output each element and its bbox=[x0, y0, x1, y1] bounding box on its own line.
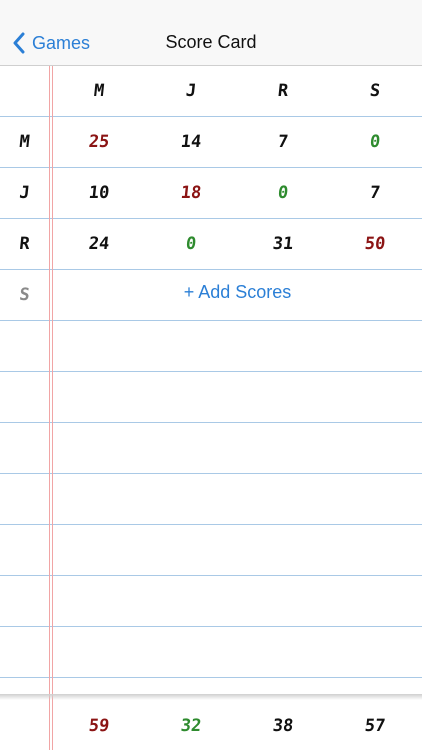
score-cell[interactable]: 0 bbox=[236, 183, 330, 203]
ruled-line bbox=[0, 626, 422, 627]
column-header-player: R bbox=[276, 81, 290, 101]
column-header-player: S bbox=[368, 81, 382, 101]
score-cell[interactable]: 0 bbox=[144, 234, 238, 254]
score-cell[interactable]: 25 bbox=[52, 132, 146, 152]
ruled-line bbox=[0, 677, 422, 678]
margin-line bbox=[52, 66, 53, 750]
page-title: Score Card bbox=[165, 32, 257, 52]
ruled-line bbox=[0, 473, 422, 474]
score-cell[interactable]: 18 bbox=[144, 183, 238, 203]
score-cell[interactable]: 31 bbox=[236, 234, 330, 254]
score-cell[interactable]: 7 bbox=[328, 183, 422, 203]
score-cell[interactable]: 50 bbox=[328, 234, 422, 254]
score-cell[interactable]: 14 bbox=[144, 132, 238, 152]
ruled-line bbox=[0, 422, 422, 423]
nav-bar: Games Score Card bbox=[0, 0, 422, 66]
score-cell[interactable]: 7 bbox=[236, 132, 330, 152]
ruled-line bbox=[0, 524, 422, 525]
margin-line bbox=[49, 66, 50, 750]
score-cell[interactable]: 24 bbox=[52, 234, 146, 254]
ruled-line bbox=[0, 575, 422, 576]
row-header-player: R bbox=[18, 234, 31, 254]
column-header-player: J bbox=[184, 81, 198, 101]
score-cell[interactable]: 0 bbox=[328, 132, 422, 152]
footer-divider bbox=[0, 694, 422, 700]
row-header-player: J bbox=[18, 183, 31, 203]
score-sheet: M J R S M 25 14 7 0 J 10 18 0 7 R 24 0 3… bbox=[0, 66, 422, 750]
add-scores-button[interactable]: + Add Scores bbox=[53, 282, 422, 308]
ruled-line bbox=[0, 167, 422, 168]
ruled-line bbox=[0, 218, 422, 219]
ruled-line bbox=[0, 269, 422, 270]
ruled-line bbox=[0, 116, 422, 117]
total-cell: 57 bbox=[363, 716, 387, 736]
ruled-line bbox=[0, 371, 422, 372]
ruled-line bbox=[0, 320, 422, 321]
row-header-player: M bbox=[18, 132, 31, 152]
total-cell: 38 bbox=[271, 716, 295, 736]
total-cell: 59 bbox=[87, 716, 111, 736]
row-header-player: S bbox=[18, 285, 31, 305]
score-cell[interactable]: 10 bbox=[52, 183, 146, 203]
column-header-player: M bbox=[92, 81, 106, 101]
total-cell: 32 bbox=[179, 716, 203, 736]
